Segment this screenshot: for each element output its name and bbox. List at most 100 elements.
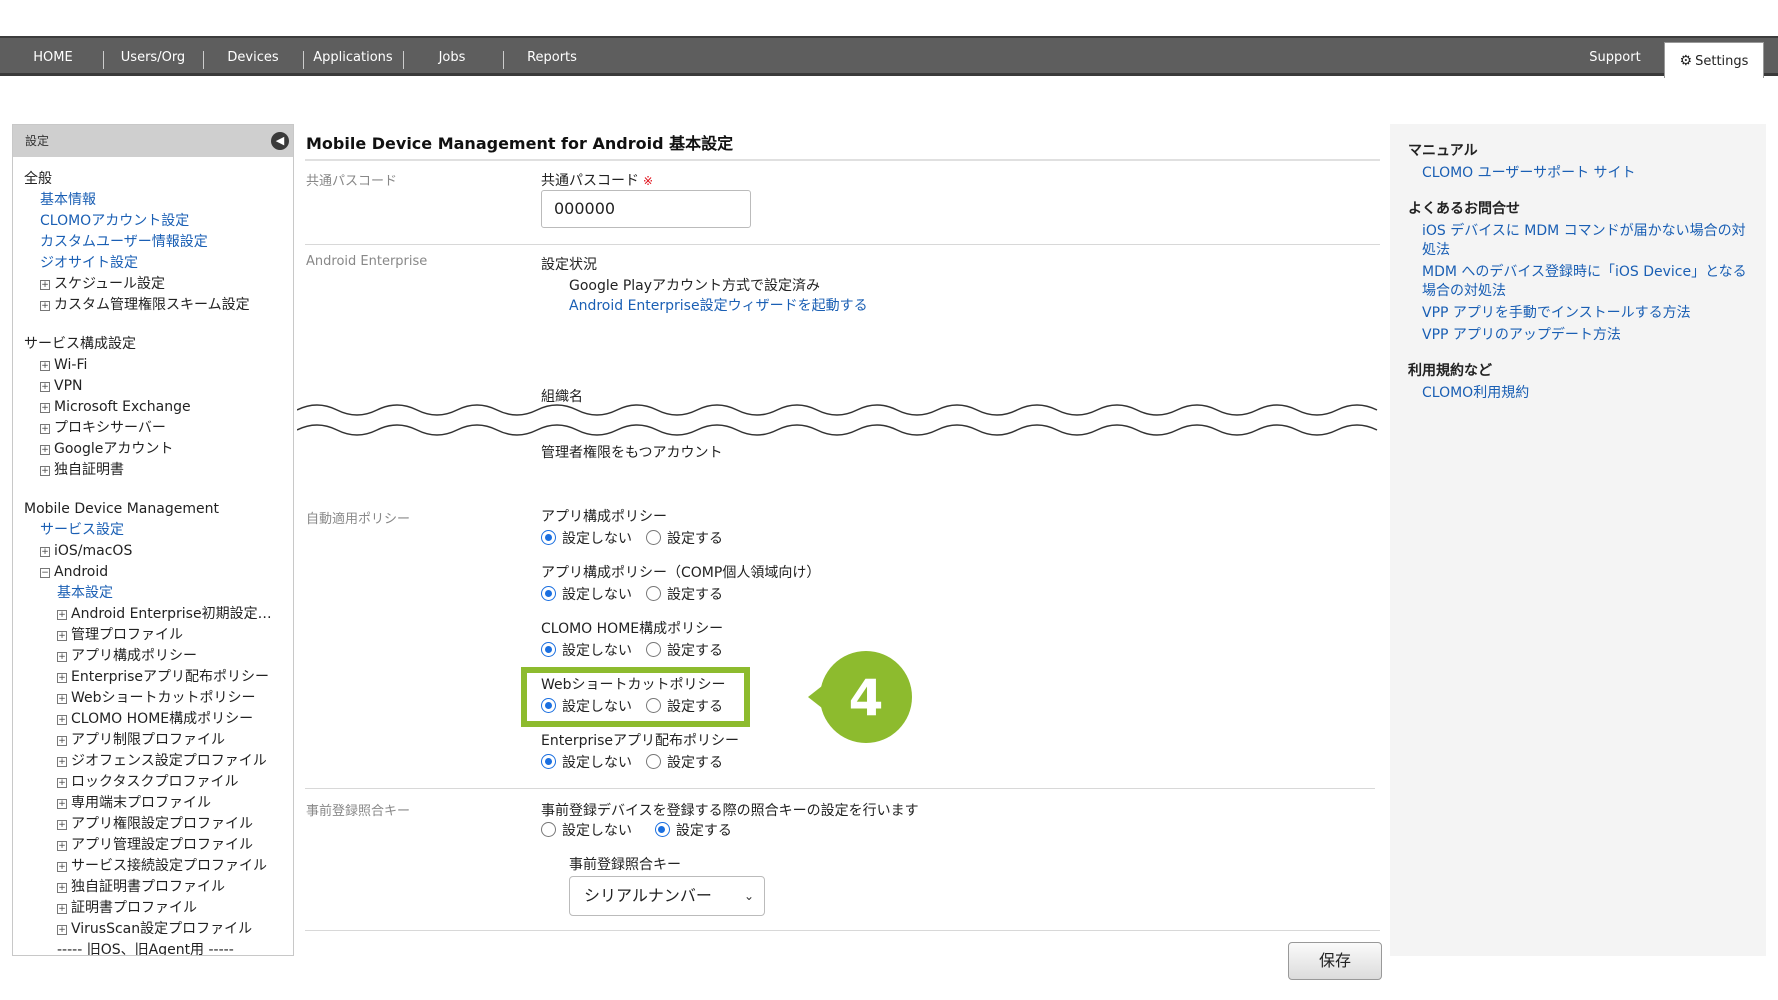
policy-group: Enterpriseアプリ配布ポリシー 設定しない 設定する (541, 730, 820, 786)
expand-icon: + (40, 445, 50, 455)
sidebar-item-android-15[interactable]: + VirusScan設定プロファイル (24, 919, 293, 940)
policy-group: アプリ構成ポリシー 設定しない 設定する (541, 506, 820, 562)
expand-icon: + (40, 466, 50, 476)
sidebar-item-exchange[interactable]: + Microsoft Exchange (24, 397, 293, 418)
policy-off-radio[interactable] (541, 586, 556, 601)
sidebar-item-android-0[interactable]: + Android Enterprise初期設定… (24, 604, 293, 625)
expand-icon: + (57, 652, 67, 662)
main-content: Mobile Device Management for Android 基本設… (297, 124, 1387, 984)
manual-link[interactable]: CLOMO ユーザーサポート サイト (1422, 164, 1752, 183)
policy-off-radio[interactable] (541, 530, 556, 545)
nav-separator (503, 51, 504, 69)
policy-on-radio[interactable] (646, 586, 661, 601)
policy-on-label: 設定する (667, 755, 723, 771)
policy-on-radio[interactable] (646, 754, 661, 769)
sidebar-item-google-account[interactable]: + Googleアカウント (24, 439, 293, 460)
sidebar-item-android-14[interactable]: + 証明書プロファイル (24, 898, 293, 919)
section-label-passcode: 共通パスコード (306, 174, 398, 189)
collapse-sidebar-icon[interactable]: ◀ (271, 132, 289, 150)
admin-account-label: 管理者権限をもつアカウント (541, 445, 723, 461)
manual-heading: マニュアル (1408, 143, 1478, 159)
faq-link[interactable]: iOS デバイスに MDM コマンドが届かない場合の対処法 (1422, 222, 1752, 260)
policy-group: CLOMO HOME構成ポリシー 設定しない 設定する (541, 618, 820, 674)
expand-icon: + (40, 424, 50, 434)
status-value: Google Playアカウント方式で設定済み (569, 278, 821, 294)
expand-icon: + (57, 862, 67, 872)
collapse-icon: − (40, 568, 50, 578)
policy-on-label: 設定する (667, 643, 723, 659)
expand-icon: + (40, 361, 50, 371)
sidebar-item-own-certificate[interactable]: + 独自証明書 (24, 460, 293, 481)
faq-link[interactable]: MDM へのデバイス登録時に「iOS Device」となる場合の対処法 (1422, 263, 1752, 301)
policy-on-radio[interactable] (646, 530, 661, 545)
prereg-on-label: 設定する (675, 823, 732, 839)
expand-icon: + (57, 736, 67, 746)
settings-sidebar: 設定 ◀ 全般 基本情報 CLOMOアカウント設定 カスタムユーザー情報設定 ジ… (12, 124, 294, 956)
terms-link[interactable]: CLOMO利用規約 (1422, 384, 1752, 403)
nav-support[interactable]: Support (1575, 38, 1655, 75)
prereg-on-radio[interactable] (654, 822, 670, 837)
enterprise-wizard-link[interactable]: Android Enterprise設定ウィザードを起動する (569, 298, 868, 314)
sidebar-link-service-settings[interactable]: サービス設定 (40, 522, 124, 538)
sidebar-item-schedule[interactable]: + スケジュール設定 (24, 274, 293, 295)
nav-separator (403, 51, 404, 69)
nav-jobs[interactable]: Jobs (412, 38, 492, 75)
section-divider (305, 788, 1375, 789)
nav-reports[interactable]: Reports (512, 38, 592, 75)
nav-users-org[interactable]: Users/Org (108, 38, 198, 75)
nav-home[interactable]: HOME (18, 38, 88, 75)
sidebar-item-android-13[interactable]: + 独自証明書プロファイル (24, 877, 293, 898)
sidebar-item-android-4[interactable]: + Webショートカットポリシー (24, 688, 293, 709)
policy-off-label: 設定しない (562, 587, 632, 603)
sidebar-item-android-2[interactable]: + アプリ構成ポリシー (24, 646, 293, 667)
sidebar-item-vpn[interactable]: + VPN (24, 376, 293, 397)
page-title: Mobile Device Management for Android 基本設… (306, 134, 734, 153)
sidebar-item-android-6[interactable]: + アプリ制限プロファイル (24, 730, 293, 751)
faq-link[interactable]: VPP アプリを手動でインストールする方法 (1422, 304, 1752, 323)
sidebar-item-android-3[interactable]: + Enterpriseアプリ配布ポリシー (24, 667, 293, 688)
sidebar-legacy-divider: ----- 旧OS、旧Agent用 ----- (57, 942, 234, 956)
save-button[interactable]: 保存 (1288, 942, 1382, 980)
policy-name: CLOMO HOME構成ポリシー (541, 621, 724, 637)
sidebar-header: 設定 ◀ (13, 125, 293, 157)
passcode-input[interactable]: 000000 (541, 190, 751, 228)
expand-icon: + (57, 694, 67, 704)
nav-settings-tab[interactable]: ⚙ Settings (1664, 42, 1764, 78)
expand-icon: + (57, 904, 67, 914)
policy-on-radio[interactable] (646, 642, 661, 657)
sidebar-item-proxy[interactable]: + プロキシサーバー (24, 418, 293, 439)
sidebar-item-wifi[interactable]: + Wi-Fi (24, 355, 293, 376)
nav-devices[interactable]: Devices (212, 38, 294, 75)
sidebar-link-custom-user-info[interactable]: カスタムユーザー情報設定 (40, 234, 208, 250)
required-mark: ※ (643, 174, 654, 188)
prereg-key-select[interactable]: シリアルナンバー ⌄ (569, 876, 765, 916)
expand-icon: + (57, 610, 67, 620)
expand-icon: + (40, 280, 50, 290)
sidebar-link-geosite[interactable]: ジオサイト設定 (40, 255, 138, 271)
policy-name: アプリ構成ポリシー (541, 509, 667, 525)
policy-list: アプリ構成ポリシー 設定しない 設定する アプリ構成ポリシー（COMP個人領域向け）設… (541, 506, 820, 786)
faq-link[interactable]: VPP アプリのアップデート方法 (1422, 326, 1752, 345)
nav-applications[interactable]: Applications (308, 38, 398, 75)
sidebar-item-android-10[interactable]: + アプリ権限設定プロファイル (24, 814, 293, 835)
sidebar-link-android-basic[interactable]: 基本設定 (57, 585, 113, 601)
sidebar-item-android[interactable]: − Android (24, 562, 293, 583)
sidebar-item-android-7[interactable]: + ジオフェンス設定プロファイル (24, 751, 293, 772)
sidebar-item-custom-permission[interactable]: + カスタム管理権限スキーム設定 (24, 295, 293, 316)
prereg-description: 事前登録デバイスを登録する際の照合キーの設定を行います (541, 803, 919, 819)
sidebar-item-ios-macos[interactable]: + iOS/macOS (24, 541, 293, 562)
sidebar-item-android-11[interactable]: + アプリ管理設定プロファイル (24, 835, 293, 856)
sidebar-item-android-9[interactable]: + 専用端末プロファイル (24, 793, 293, 814)
sidebar-item-android-12[interactable]: + サービス接続設定プロファイル (24, 856, 293, 877)
sidebar-link-basic-info[interactable]: 基本情報 (40, 192, 96, 208)
prereg-off-radio[interactable] (541, 822, 556, 837)
policy-off-radio[interactable] (541, 642, 556, 657)
policy-off-radio[interactable] (541, 754, 556, 769)
sidebar-item-android-1[interactable]: + 管理プロファイル (24, 625, 293, 646)
sidebar-item-android-8[interactable]: + ロックタスクプロファイル (24, 772, 293, 793)
sidebar-link-clomo-account[interactable]: CLOMOアカウント設定 (40, 213, 189, 229)
sidebar-item-android-5[interactable]: + CLOMO HOME構成ポリシー (24, 709, 293, 730)
chevron-down-icon: ⌄ (743, 889, 754, 903)
content-break-wave (297, 404, 1387, 436)
step-callout-badge: 4 (808, 651, 912, 743)
